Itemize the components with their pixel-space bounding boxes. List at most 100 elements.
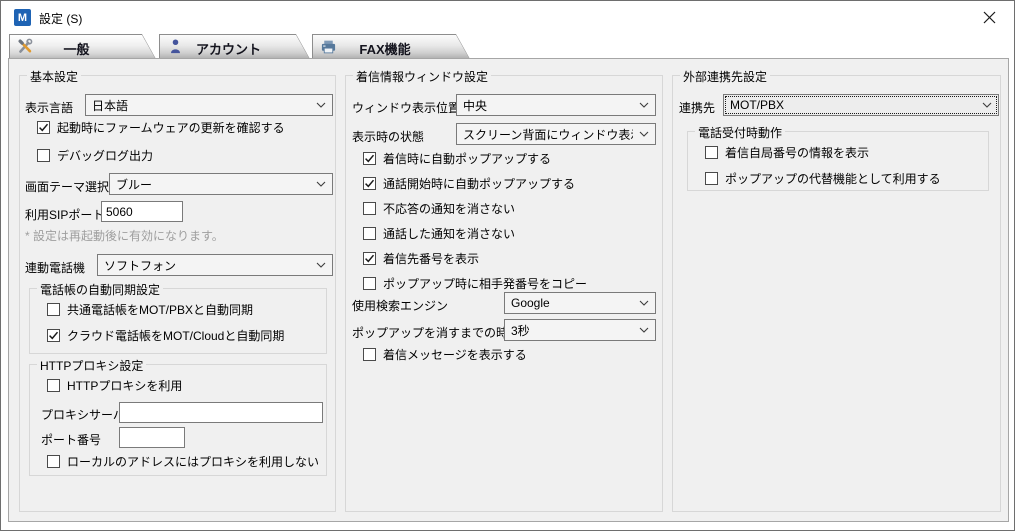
checkbox-debug-log[interactable]: デバッグログ出力 [37,148,153,163]
chevron-down-icon [310,262,332,268]
tab-general-label: 一般 [9,39,144,58]
group-phonebook-sync-title: 電話帳の自動同期設定 [37,281,163,298]
checkbox-box[interactable] [47,379,60,392]
checkbox-box[interactable] [705,172,718,185]
link-target-value: MOT/PBX [724,98,976,112]
check-icon [364,178,375,189]
window-position-value: 中央 [457,97,633,114]
checkbox-label: クラウド電話帳をMOT/Cloudと自動同期 [67,327,284,344]
display-language-select[interactable]: 日本語 [85,94,333,116]
tab-account-label: アカウント [159,39,298,58]
window-position-label: ウィンドウ表示位置 [352,99,460,116]
checkbox-box[interactable] [47,455,60,468]
close-button[interactable] [980,8,998,26]
checkbox-auto-popup-incoming[interactable]: 着信時に自動ポップアップする [363,151,551,166]
tab-fax-label: FAX機能 [312,39,458,58]
window-position-select[interactable]: 中央 [456,94,656,116]
group-call-reception-title: 電話受付時動作 [695,124,785,141]
checkbox-use-as-popup-alternative[interactable]: ポップアップの代替機能として利用する [705,171,941,186]
proxy-port-label: ポート番号 [41,431,101,448]
settings-window: M 設定 (S) 一般 アカウント [0,0,1015,531]
display-state-value: スクリーン背面にウィンドウ表示 [457,126,633,143]
sip-port-input[interactable] [101,201,183,222]
search-engine-value: Google [505,296,633,310]
tab-page-general: 基本設定 表示言語 日本語 起動時にファームウェアの更新を確認する デバッグログ… [8,58,1009,522]
chevron-down-icon [633,300,655,306]
chevron-down-icon [310,102,332,108]
search-engine-select[interactable]: Google [504,292,656,314]
check-icon [364,153,375,164]
checkbox-cloud-phonebook-sync[interactable]: クラウド電話帳をMOT/Cloudと自動同期 [47,328,284,343]
checkbox-copy-caller-on-popup[interactable]: ポップアップ時に相手発番号をコピー [363,276,587,291]
checkbox-label: 共通電話帳をMOT/PBXと自動同期 [67,301,253,318]
theme-label: 画面テーマ選択 [25,178,109,195]
tab-fax[interactable]: FAX機能 [312,34,470,59]
group-incoming-title: 着信情報ウィンドウ設定 [353,68,491,85]
chevron-down-icon [310,181,332,187]
proxy-port-input[interactable] [119,427,185,448]
checkbox-show-callee-number[interactable]: 着信先番号を表示 [363,251,479,266]
chevron-down-icon [976,102,998,108]
checkbox-keep-missed-notice[interactable]: 不応答の通知を消さない [363,201,515,216]
checkbox-show-incoming-message[interactable]: 着信メッセージを表示する [363,347,527,362]
checkbox-label: ローカルのアドレスにはプロキシを利用しない [67,453,319,470]
checkbox-box[interactable] [37,121,50,134]
search-engine-label: 使用検索エンジン [352,297,448,314]
title-bar: M 設定 (S) [1,1,1014,33]
group-basic-title: 基本設定 [27,68,81,85]
checkbox-label: 着信自局番号の情報を表示 [725,144,869,161]
display-language-label: 表示言語 [25,99,73,116]
tab-account[interactable]: アカウント [159,34,310,59]
chevron-down-icon [633,102,655,108]
linked-phone-select[interactable]: ソフトフォン [97,254,333,276]
group-external-title: 外部連携先設定 [680,68,770,85]
sip-port-label: 利用SIPポート [25,206,104,223]
app-logo-icon: M [14,9,31,26]
checkbox-use-http-proxy[interactable]: HTTPプロキシを利用 [47,378,182,393]
check-icon [48,330,59,341]
chevron-down-icon [633,131,655,137]
group-phonebook-sync: 電話帳の自動同期設定 [29,288,327,354]
checkbox-no-proxy-local[interactable]: ローカルのアドレスにはプロキシを利用しない [47,454,319,469]
checkbox-check-firmware[interactable]: 起動時にファームウェアの更新を確認する [37,120,285,135]
checkbox-label: ポップアップ時に相手発番号をコピー [383,275,587,292]
tab-general[interactable]: 一般 [9,34,156,59]
close-icon [983,11,996,24]
checkbox-common-phonebook-sync[interactable]: 共通電話帳をMOT/PBXと自動同期 [47,302,253,317]
window-title: 設定 (S) [39,10,82,27]
linked-phone-value: ソフトフォン [98,257,310,274]
checkbox-box[interactable] [363,202,376,215]
checkbox-auto-popup-call[interactable]: 通話開始時に自動ポップアップする [363,176,575,191]
checkbox-label: 着信先番号を表示 [383,250,479,267]
display-language-value: 日本語 [86,97,310,114]
theme-select[interactable]: ブルー [109,173,333,195]
checkbox-box[interactable] [47,303,60,316]
checkbox-box[interactable] [47,329,60,342]
check-icon [38,122,49,133]
check-icon [364,253,375,264]
display-state-select[interactable]: スクリーン背面にウィンドウ表示 [456,123,656,145]
checkbox-label: 不応答の通知を消さない [383,200,515,217]
checkbox-box[interactable] [363,252,376,265]
checkbox-label: 通話した通知を消さない [383,225,515,242]
checkbox-keep-call-notice[interactable]: 通話した通知を消さない [363,226,515,241]
popup-timeout-select[interactable]: 3秒 [504,319,656,341]
checkbox-box[interactable] [363,277,376,290]
checkbox-box[interactable] [37,149,50,162]
checkbox-label: 通話開始時に自動ポップアップする [383,175,575,192]
restart-note: * 設定は再起動後に有効になります。 [25,227,224,244]
checkbox-label: ポップアップの代替機能として利用する [725,170,941,187]
link-target-select[interactable]: MOT/PBX [723,94,999,116]
checkbox-show-local-number-info[interactable]: 着信自局番号の情報を表示 [705,145,869,160]
popup-timeout-value: 3秒 [505,322,633,339]
checkbox-box[interactable] [363,152,376,165]
checkbox-box[interactable] [363,348,376,361]
checkbox-box[interactable] [705,146,718,159]
theme-value: ブルー [110,176,310,193]
checkbox-box[interactable] [363,227,376,240]
checkbox-label: 着信メッセージを表示する [383,346,527,363]
display-state-label: 表示時の状態 [352,128,424,145]
checkbox-label: デバッグログ出力 [57,147,153,164]
checkbox-box[interactable] [363,177,376,190]
proxy-server-input[interactable] [119,402,323,423]
